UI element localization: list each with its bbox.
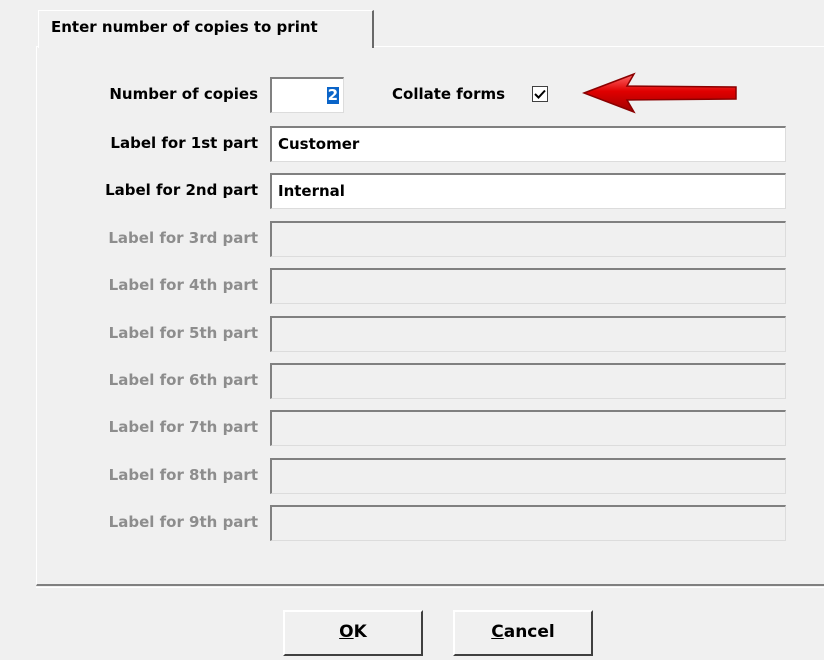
part-input-3: [270, 221, 786, 257]
tab-label: Enter number of copies to print: [51, 18, 318, 36]
print-copies-dialog: Enter number of copies to print Number o…: [0, 0, 824, 660]
ok-accel: O: [339, 622, 354, 642]
part-label-2: Label for 2nd part: [105, 181, 258, 199]
checkmark-icon: [534, 89, 546, 99]
part-label-5: Label for 5th part: [108, 324, 258, 342]
part-label-4: Label for 4th part: [108, 276, 258, 294]
cancel-button[interactable]: Cancel: [453, 610, 593, 656]
collate-label: Collate forms: [392, 85, 506, 103]
cancel-rest: ancel: [503, 622, 555, 642]
part-input-6: [270, 363, 786, 399]
part-input-7: [270, 410, 786, 446]
part-input-8: [270, 458, 786, 494]
collate-checkbox[interactable]: [532, 86, 548, 102]
part-label-9: Label for 9th part: [108, 513, 258, 531]
part-label-1: Label for 1st part: [110, 134, 258, 152]
part-input-2[interactable]: Internal: [270, 173, 786, 209]
cancel-accel: C: [491, 622, 504, 642]
part-input-5: [270, 316, 786, 352]
ok-rest: K: [353, 622, 367, 642]
ok-button[interactable]: OK: [283, 610, 423, 656]
red-arrow-icon: [582, 72, 737, 114]
part-label-3: Label for 3rd part: [108, 229, 258, 247]
part-label-6: Label for 6th part: [108, 371, 258, 389]
copies-input[interactable]: 2: [270, 77, 344, 113]
copies-value: 2: [326, 86, 339, 104]
part-label-7: Label for 7th part: [108, 418, 258, 436]
part-label-8: Label for 8th part: [108, 466, 258, 484]
part-input-9: [270, 505, 786, 541]
tab-enter-copies[interactable]: Enter number of copies to print: [38, 10, 374, 48]
panel-divider: [36, 587, 824, 588]
copies-label: Number of copies: [109, 85, 258, 103]
part-input-1[interactable]: Customer: [270, 126, 786, 162]
part-input-4: [270, 268, 786, 304]
